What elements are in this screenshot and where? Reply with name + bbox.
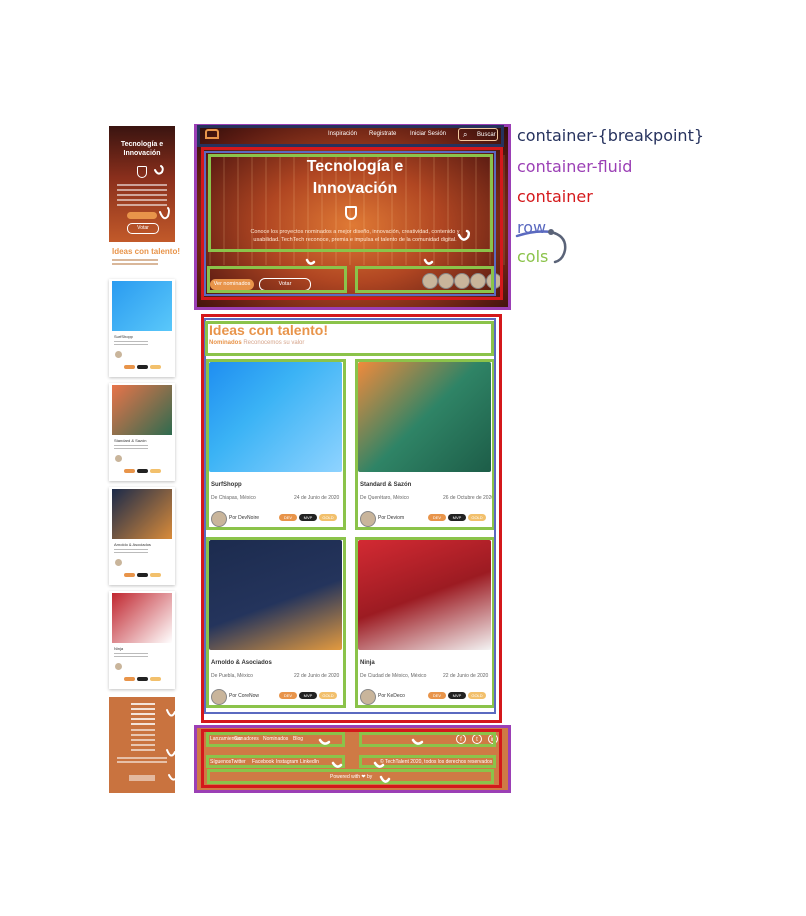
legend-curl-arrow — [515, 229, 567, 264]
check-marks — [305, 229, 471, 783]
legend-container-fluid: container-fluid — [517, 157, 633, 176]
legend-container: container — [517, 187, 593, 206]
legend-container-breakpoint: container-{breakpoint} — [517, 126, 705, 145]
mobile-check-marks — [154, 165, 178, 781]
